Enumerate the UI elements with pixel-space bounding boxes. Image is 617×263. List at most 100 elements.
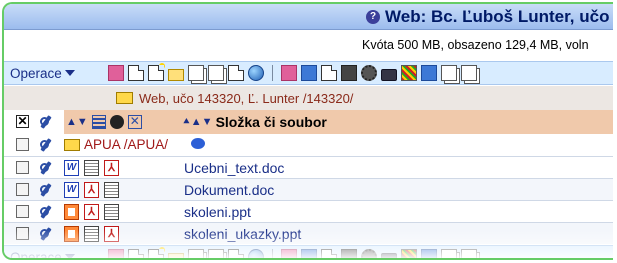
operations-label: Operace <box>10 249 62 260</box>
wrench-icon[interactable] <box>38 182 54 198</box>
row-checkbox[interactable] <box>16 138 29 151</box>
sort-icon[interactable] <box>421 249 437 258</box>
row-checkbox[interactable] <box>16 183 29 196</box>
rights-icon[interactable] <box>281 249 297 258</box>
file-link[interactable]: skoleni.ppt <box>184 204 251 220</box>
properties-icon[interactable] <box>341 65 357 81</box>
file-manager-window: ? Web: Bc. Ľuboš Lunter, učo Kvóta 500 M… <box>2 2 613 260</box>
header-left-cell <box>4 110 64 134</box>
access-icon[interactable] <box>401 65 417 81</box>
file-link[interactable]: skoleni_ukazky.ppt <box>184 226 301 242</box>
copy-icon[interactable] <box>188 65 204 81</box>
text-icon[interactable] <box>104 204 119 220</box>
wrench-icon[interactable] <box>38 114 54 130</box>
delete-icon[interactable] <box>301 65 317 81</box>
toolbar-bottom: Operace <box>4 245 613 260</box>
copy-icon[interactable] <box>441 249 457 258</box>
current-folder-path[interactable]: Web, učo 143320, Ľ. Lunter /143320/ <box>139 91 353 106</box>
pdf-icon[interactable] <box>104 160 119 176</box>
wrench-icon[interactable] <box>38 160 54 176</box>
word-icon[interactable]: W <box>64 182 79 198</box>
list-item: APUA /APUA/ <box>4 134 613 156</box>
file-link[interactable]: Ucebni_text.doc <box>184 160 284 176</box>
select-all-checkbox[interactable]: ✕ <box>16 115 29 128</box>
new-file-star-icon[interactable] <box>148 247 165 258</box>
new-folder-icon[interactable] <box>168 68 184 81</box>
toolbar-icons <box>108 63 481 81</box>
table-row: W Ucebni_text.doc <box>4 156 613 178</box>
sort-icon[interactable] <box>421 65 437 81</box>
edit-icon[interactable] <box>228 65 244 81</box>
new-file-icon[interactable] <box>128 65 144 81</box>
settings-icon[interactable] <box>361 249 377 258</box>
pdf-icon[interactable] <box>84 204 99 220</box>
sort-type-icon[interactable]: ▲▼ <box>66 114 88 130</box>
text-icon[interactable] <box>104 182 119 198</box>
delete-icon[interactable] <box>301 249 317 258</box>
folder-icon <box>64 139 80 151</box>
chevron-down-icon <box>64 254 75 258</box>
toolbar-separator <box>272 249 273 258</box>
current-folder-row: Web, učo 143320, Ľ. Lunter /143320/ <box>4 86 613 110</box>
paste-icon[interactable] <box>208 249 224 258</box>
question-circle-icon[interactable]: ? <box>366 10 380 24</box>
sort-controls: ▲▼ <box>66 114 146 130</box>
toolbar-icons <box>108 247 481 258</box>
globe-icon[interactable] <box>248 249 264 258</box>
wrench-icon[interactable] <box>38 204 54 220</box>
subfolder-link[interactable]: APUA /APUA/ <box>84 137 168 152</box>
name-column-header: Složka či soubor <box>215 114 327 130</box>
rename-icon[interactable] <box>321 65 337 81</box>
chevron-down-icon <box>64 70 75 76</box>
comment-bubble-icon[interactable] <box>191 138 205 149</box>
wrench-icon[interactable] <box>38 226 54 242</box>
rights-icon[interactable] <box>281 65 297 81</box>
pdf-icon[interactable] <box>84 182 99 198</box>
deselect-icon[interactable] <box>127 114 142 129</box>
access-icon[interactable] <box>401 249 417 258</box>
table-header: ✕ ▲▼ ⯅▲▼ Složka či soubor <box>4 110 613 134</box>
row-checkbox[interactable] <box>16 161 29 174</box>
select-all-icon[interactable] <box>108 65 124 81</box>
operations-dropdown[interactable]: Operace <box>10 66 90 81</box>
select-all-icon[interactable] <box>108 249 124 258</box>
move-icon[interactable] <box>461 65 477 81</box>
table-row: W Dokument.doc <box>4 178 613 200</box>
settings-icon[interactable] <box>361 65 377 81</box>
table-row: skoleni_ukazky.ppt <box>4 222 613 244</box>
rename-icon[interactable] <box>321 249 337 258</box>
move-icon[interactable] <box>461 249 477 258</box>
file-link[interactable]: Dokument.doc <box>184 182 274 198</box>
disk-icon[interactable] <box>109 115 124 129</box>
copy-icon[interactable] <box>188 249 204 258</box>
edit-icon[interactable] <box>228 249 244 258</box>
table-row: skoleni.ppt <box>4 200 613 222</box>
lock-icon[interactable] <box>381 253 397 258</box>
ppt-icon[interactable] <box>64 204 79 220</box>
text-icon[interactable] <box>84 160 99 176</box>
toolbar-separator <box>272 65 273 81</box>
folder-icon <box>116 92 133 104</box>
quota-text: Kvóta 500 MB, obsazeno 129,4 MB, voln <box>362 38 589 52</box>
paste-icon[interactable] <box>208 65 224 81</box>
properties-icon[interactable] <box>341 249 357 258</box>
word-icon[interactable]: W <box>64 160 79 176</box>
row-checkbox[interactable] <box>16 227 29 240</box>
list-view-icon[interactable] <box>91 115 106 129</box>
operations-label: Operace <box>10 65 62 81</box>
sort-name-icon[interactable]: ⯅▲▼ <box>182 116 213 129</box>
globe-icon[interactable] <box>248 65 264 81</box>
text-icon[interactable] <box>84 226 99 242</box>
wrench-icon[interactable] <box>38 137 54 153</box>
operations-dropdown[interactable]: Operace <box>10 249 90 260</box>
new-file-icon[interactable] <box>128 249 144 258</box>
copy-icon[interactable] <box>441 65 457 81</box>
name-sort[interactable]: ⯅▲▼ Složka či soubor <box>182 114 327 130</box>
new-folder-icon[interactable] <box>168 252 184 258</box>
lock-icon[interactable] <box>381 69 397 81</box>
ppt-icon[interactable] <box>64 226 79 242</box>
row-checkbox[interactable] <box>16 205 29 218</box>
pdf-icon[interactable] <box>104 226 119 242</box>
page-title: Web: Bc. Ľuboš Lunter, učo <box>385 7 610 26</box>
new-file-star-icon[interactable] <box>148 63 165 81</box>
